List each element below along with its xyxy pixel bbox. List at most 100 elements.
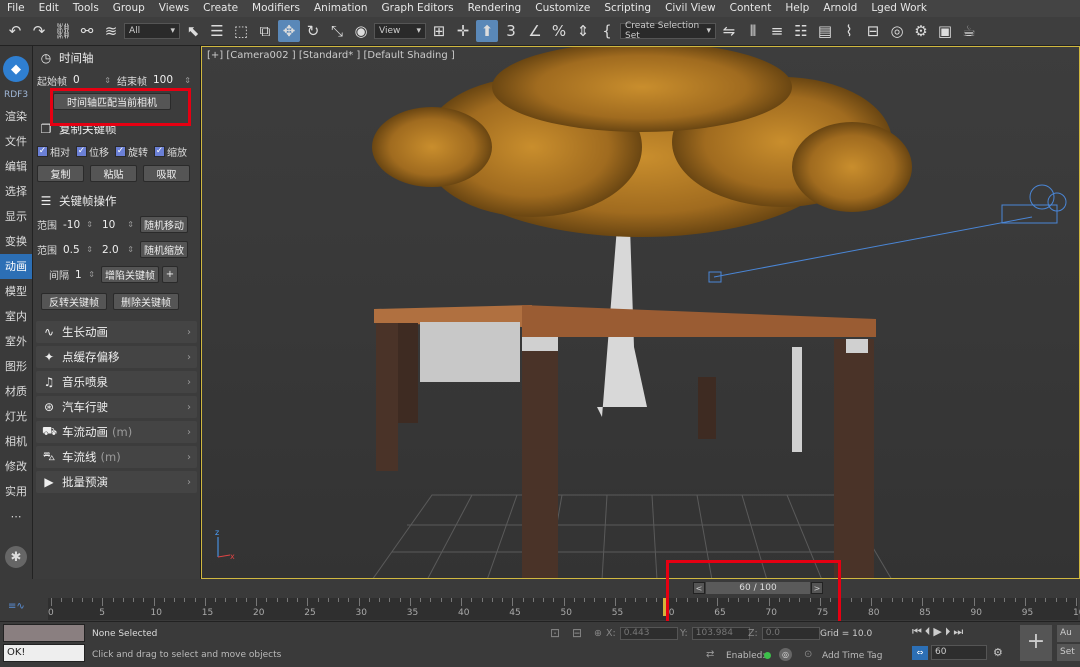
menu-item-graph-editors[interactable]: Graph Editors — [375, 0, 461, 17]
scene-explorer-icon[interactable]: ☷ — [790, 20, 812, 42]
category-item-10[interactable]: 图形 — [0, 354, 32, 379]
menu-item-tools[interactable]: Tools — [66, 0, 106, 17]
go-to-start-icon[interactable]: ⏮ — [912, 625, 922, 639]
mirror-icon[interactable]: ⇋ — [718, 20, 740, 42]
camera-viewport[interactable]: z x [+] [Camera002 ] [Standard* ] [Defau… — [201, 46, 1080, 579]
spinner-snap-icon[interactable]: ⇕ — [572, 20, 594, 42]
bind-spacewarp-icon[interactable]: ≋ — [100, 20, 122, 42]
checkbox-checked-icon[interactable]: ✓ — [76, 145, 87, 157]
start-frame-spinner[interactable]: 0 ⇕ — [70, 72, 114, 89]
collapsed-section-5[interactable]: ⛍ 车流线 (m) › — [36, 446, 197, 468]
render-setup-icon[interactable]: ⚙ — [910, 20, 932, 42]
category-item-15[interactable]: 实用 — [0, 479, 32, 504]
more-icon[interactable]: ⋯ — [0, 504, 32, 529]
keyboard-shortcut-icon[interactable]: ⬆ — [476, 20, 498, 42]
selection-filter-dropdown[interactable]: All ▾ — [124, 23, 180, 39]
timeline-toggle-icon[interactable]: ≡∿ — [8, 601, 25, 612]
category-item-1[interactable]: 文件 — [0, 129, 32, 154]
ribbon-icon[interactable]: ▤ — [814, 20, 836, 42]
unlink-icon[interactable]: ⚯ — [76, 20, 98, 42]
viewport-label[interactable]: [+] [Camera002 ] [Standard* ] [Default S… — [207, 50, 455, 61]
checkbox-checked-icon[interactable]: ✓ — [115, 145, 126, 157]
render-icon[interactable]: ☕ — [958, 20, 980, 42]
category-item-8[interactable]: 室内 — [0, 304, 32, 329]
pivot-icon[interactable]: ⊞ — [428, 20, 450, 42]
absolute-mode-icon[interactable]: ⊕ — [594, 628, 602, 639]
time-tag-icon[interactable]: ⊙ — [804, 649, 812, 660]
scale-range-min-spinner[interactable]: 0.5 ⇕ — [60, 241, 96, 258]
maxscript-output[interactable]: OK! — [3, 644, 85, 662]
delete-keys-button[interactable]: 删除关键帧 — [113, 292, 179, 310]
collapsed-section-3[interactable]: ⊛ 汽车行驶 › — [36, 396, 197, 418]
copy-option-1[interactable]: ✓ 位移 — [76, 144, 109, 159]
layer-icon[interactable]: ≡ — [766, 20, 788, 42]
menu-item-file[interactable]: File — [0, 0, 32, 17]
copy-option-3[interactable]: ✓ 缩放 — [154, 144, 187, 159]
set-key-icon[interactable]: + — [1020, 625, 1052, 661]
checkbox-checked-icon[interactable]: ✓ — [37, 145, 48, 157]
schematic-icon[interactable]: ⊟ — [862, 20, 884, 42]
enabled-indicator[interactable] — [764, 652, 771, 659]
menu-item-create[interactable]: Create — [196, 0, 245, 17]
reference-coord-dropdown[interactable]: View ▾ — [374, 23, 426, 39]
menu-item-modifiers[interactable]: Modifiers — [245, 0, 307, 17]
percent-snap-icon[interactable]: % — [548, 20, 570, 42]
category-item-4[interactable]: 显示 — [0, 204, 32, 229]
window-crossing-icon[interactable]: ⧉ — [254, 20, 276, 42]
add-key-button[interactable]: 增陷关键帧 — [101, 266, 159, 283]
collapsed-section-2[interactable]: ♫ 音乐喷泉 › — [36, 371, 197, 393]
play-icon[interactable]: ▶ — [933, 625, 941, 639]
menu-item-edit[interactable]: Edit — [32, 0, 66, 17]
redo-icon[interactable]: ↷ — [28, 20, 50, 42]
time-config-icon[interactable]: ◎ — [779, 648, 792, 661]
random-move-button[interactable]: 随机移动 — [140, 216, 188, 233]
named-selection-dropdown[interactable]: Create Selection Set ▾ — [620, 21, 716, 41]
random-scale-button[interactable]: 随机缩放 — [140, 241, 188, 258]
rect-selection-icon[interactable]: ⬚ — [230, 20, 252, 42]
place-icon[interactable]: ◉ — [350, 20, 372, 42]
copy-action-button-2[interactable]: 吸取 — [143, 164, 190, 182]
menu-item-group[interactable]: Group — [106, 0, 152, 17]
material-editor-icon[interactable]: ◎ — [886, 20, 908, 42]
spinner-arrows-icon[interactable]: ⇕ — [104, 76, 111, 85]
menu-item-arnold[interactable]: Arnold — [816, 0, 864, 17]
edit-named-sets-icon[interactable]: { — [596, 20, 618, 42]
go-to-end-icon[interactable]: ⏭ — [953, 625, 963, 639]
add-time-tag-button[interactable]: Add Time Tag — [822, 651, 882, 661]
category-item-3[interactable]: 选择 — [0, 179, 32, 204]
x-coord-field[interactable]: 0.443 — [619, 627, 678, 640]
interval-spinner[interactable]: 1 ⇕ — [72, 266, 98, 283]
category-item-11[interactable]: 材质 — [0, 379, 32, 404]
angle-snap-icon[interactable]: ∠ — [524, 20, 546, 42]
add-key-plus-icon[interactable]: + — [162, 266, 178, 283]
category-item-2[interactable]: 编辑 — [0, 154, 32, 179]
copy-action-button-1[interactable]: 粘贴 — [90, 164, 137, 182]
lock-selection-icon[interactable]: ⊡ — [550, 626, 560, 640]
adaptive-degradation-icon[interactable]: ⇄ — [706, 649, 714, 660]
end-frame-spinner[interactable]: 100 ⇕ — [150, 72, 194, 89]
current-frame-field[interactable]: 60 — [931, 645, 987, 660]
plugin-logo-icon[interactable]: ◆ — [3, 56, 29, 82]
menu-item-views[interactable]: Views — [152, 0, 196, 17]
curve-editor-icon[interactable]: ⌇ — [838, 20, 860, 42]
copy-option-0[interactable]: ✓ 相对 — [37, 144, 70, 159]
spinner-arrows-icon[interactable]: ⇕ — [127, 220, 134, 229]
key-ops-section-header[interactable]: ☰ 关键帧操作 — [33, 190, 200, 212]
menu-item-help[interactable]: Help — [778, 0, 816, 17]
auto-key-button[interactable]: Au — [1057, 625, 1080, 642]
spinner-arrows-icon[interactable]: ⇕ — [184, 76, 191, 85]
menu-item-civil-view[interactable]: Civil View — [658, 0, 723, 17]
collapsed-section-4[interactable]: ⛟ 车流动画 (m) › — [36, 421, 197, 443]
category-item-12[interactable]: 灯光 — [0, 404, 32, 429]
render-frame-icon[interactable]: ▣ — [934, 20, 956, 42]
y-coord-field[interactable]: 103.984 — [691, 627, 750, 640]
category-item-6[interactable]: 动画 — [0, 254, 32, 279]
menu-item-content[interactable]: Content — [723, 0, 779, 17]
spinner-arrows-icon[interactable]: ⇕ — [127, 245, 134, 254]
category-item-9[interactable]: 室外 — [0, 329, 32, 354]
reverse-keys-button[interactable]: 反转关键帧 — [41, 292, 107, 310]
copy-option-2[interactable]: ✓ 旋转 — [115, 144, 148, 159]
category-item-0[interactable]: 渲染 — [0, 104, 32, 129]
timeline-section-header[interactable]: ◷ 时间轴 — [33, 47, 200, 69]
scale-range-max-spinner[interactable]: 2.0 ⇕ — [99, 241, 137, 258]
